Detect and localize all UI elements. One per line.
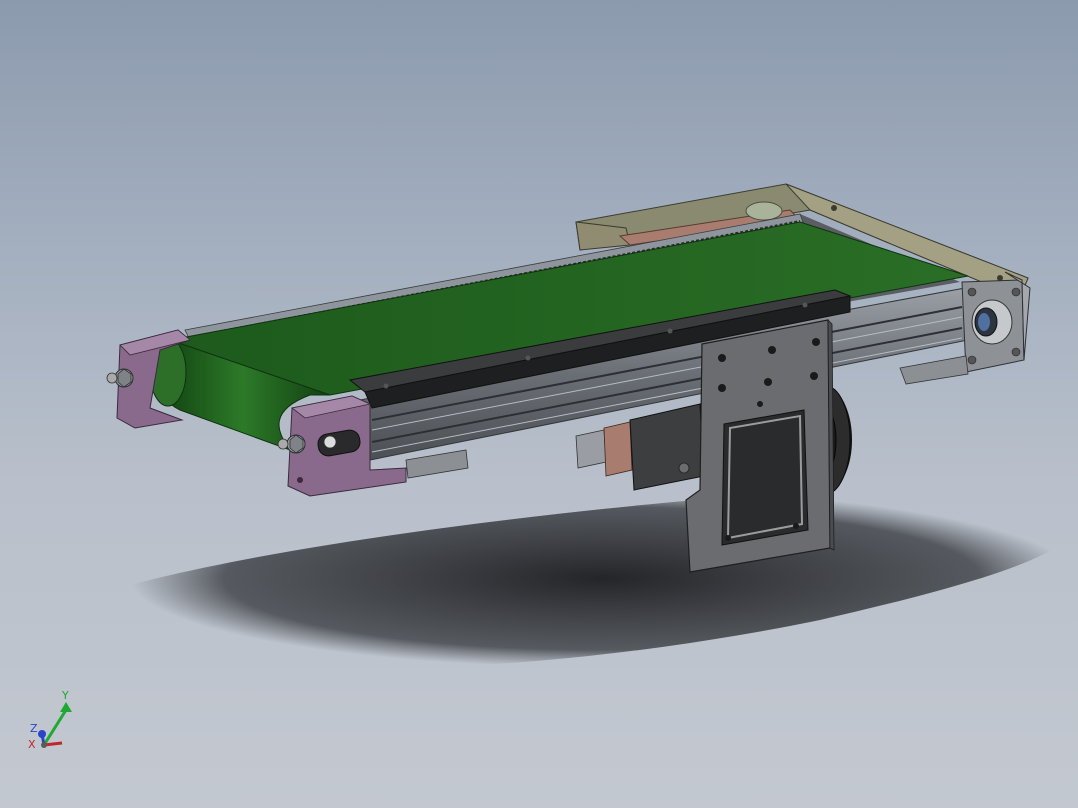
x-axis-label: X	[28, 738, 36, 751]
ground-shadow	[130, 489, 1075, 668]
3d-viewport[interactable]: Y Z X	[0, 0, 1078, 808]
z-axis-ball	[38, 730, 46, 738]
support-foot-rear[interactable]	[899, 355, 969, 385]
drive-end-cap[interactable]	[961, 271, 1031, 373]
coupling-block[interactable]	[575, 421, 633, 477]
conveyor-model[interactable]	[0, 0, 1078, 808]
triad-origin	[41, 742, 47, 748]
y-axis-label: Y	[61, 689, 69, 702]
support-foot-front[interactable]	[405, 449, 469, 479]
y-axis-arrow	[60, 702, 72, 712]
y-axis-line	[42, 709, 68, 746]
motor-mount-plate[interactable]	[685, 319, 835, 573]
z-axis-label: Z	[30, 722, 38, 735]
axis-triad: Y Z X	[28, 689, 72, 751]
